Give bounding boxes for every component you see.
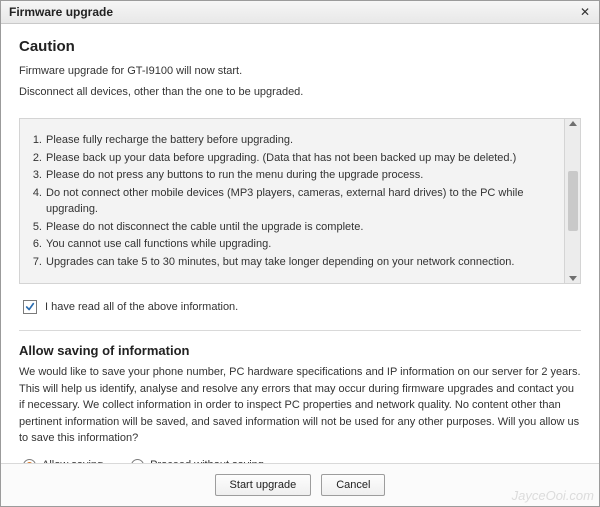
allow-body-text: We would like to save your phone number,…: [19, 364, 581, 447]
separator: [19, 330, 581, 331]
notice-number: 2.: [30, 150, 46, 167]
dialog-footer: Start upgrade Cancel: [1, 463, 599, 506]
notice-number: 1.: [30, 132, 46, 149]
confirm-row[interactable]: I have read all of the above information…: [19, 300, 581, 314]
notice-item: 6.You cannot use call functions while up…: [30, 236, 554, 253]
caution-heading: Caution: [19, 38, 581, 55]
notice-number: 3.: [30, 167, 46, 184]
dialog-content: Caution Firmware upgrade for GT-I9100 wi…: [1, 24, 599, 463]
radio-button[interactable]: [131, 459, 144, 463]
radio-button[interactable]: [23, 459, 36, 463]
cancel-button[interactable]: Cancel: [321, 474, 385, 496]
notice-item: 2.Please back up your data before upgrad…: [30, 150, 554, 167]
confirm-checkbox[interactable]: [23, 300, 37, 314]
scroll-thumb[interactable]: [568, 171, 578, 231]
notice-text: Please do not disconnect the cable until…: [46, 219, 554, 236]
notice-item: 7.Upgrades can take 5 to 30 minutes, but…: [30, 254, 554, 271]
scroll-down-icon: [569, 276, 577, 281]
notice-number: 5.: [30, 219, 46, 236]
confirm-label: I have read all of the above information…: [45, 301, 238, 313]
start-upgrade-button[interactable]: Start upgrade: [215, 474, 312, 496]
notice-text: Please do not press any buttons to run t…: [46, 167, 554, 184]
notice-text: Upgrades can take 5 to 30 minutes, but m…: [46, 254, 554, 271]
notice-text: Please back up your data before upgradin…: [46, 150, 554, 167]
close-button[interactable]: ✕: [575, 3, 595, 21]
notice-scrollbar[interactable]: [565, 118, 581, 284]
notice-text: You cannot use call functions while upgr…: [46, 236, 554, 253]
notice-panel: 1.Please fully recharge the battery befo…: [19, 118, 581, 284]
window-title: Firmware upgrade: [9, 5, 113, 19]
notice-item: 3.Please do not press any buttons to run…: [30, 167, 554, 184]
notice-number: 6.: [30, 236, 46, 253]
notice-number: 4.: [30, 185, 46, 218]
checkmark-icon: [25, 302, 35, 312]
caution-line-1: Firmware upgrade for GT-I9100 will now s…: [19, 63, 581, 80]
notice-item: 4.Do not connect other mobile devices (M…: [30, 185, 554, 218]
notice-item: 5.Please do not disconnect the cable unt…: [30, 219, 554, 236]
notice-number: 7.: [30, 254, 46, 271]
title-bar: Firmware upgrade ✕: [1, 1, 599, 24]
caution-line-2: Disconnect all devices, other than the o…: [19, 84, 581, 101]
notice-list: 1.Please fully recharge the battery befo…: [19, 118, 565, 284]
scroll-up-icon: [569, 121, 577, 126]
notice-text: Please fully recharge the battery before…: [46, 132, 554, 149]
close-icon: ✕: [580, 5, 590, 19]
firmware-upgrade-dialog: Firmware upgrade ✕ Caution Firmware upgr…: [0, 0, 600, 507]
notice-text: Do not connect other mobile devices (MP3…: [46, 185, 554, 218]
notice-item: 1.Please fully recharge the battery befo…: [30, 132, 554, 149]
allow-heading: Allow saving of information: [19, 343, 581, 358]
